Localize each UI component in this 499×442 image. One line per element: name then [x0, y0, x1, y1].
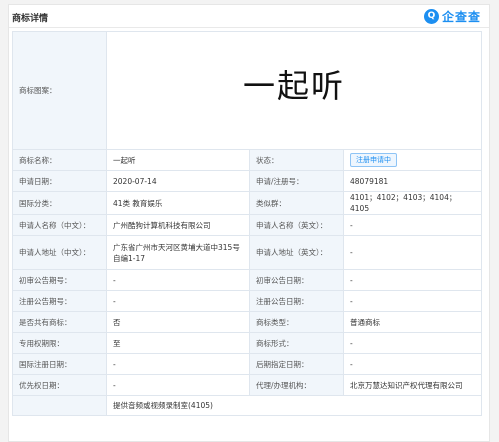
field-value: 48079181 [342, 170, 483, 192]
field-value: - [342, 235, 483, 270]
field-label: 商标形式： [249, 332, 344, 354]
field-label: 注册公告期号： [12, 290, 107, 312]
field-label: 申请/注册号： [249, 170, 344, 192]
image-row: 商标图案： 一起听 [12, 31, 483, 150]
field-value: - [342, 332, 483, 354]
field-value: 2020-07-14 [106, 170, 250, 192]
field-label: 是否共有商标： [12, 311, 107, 333]
field-label: 初审公告期号： [12, 269, 107, 291]
table-row: 初审公告期号： - 初审公告日期： - [12, 269, 483, 291]
field-label: 申请人地址（英文）： [249, 235, 344, 270]
table-row: 申请日期： 2020-07-14 申请/注册号： 48079181 [12, 170, 483, 192]
table-row: 申请人地址（中文）： 广东省广州市天河区黄埔大道中315号自编1-17 申请人地… [12, 235, 483, 270]
table-row: 商标名称： 一起听 状态： 注册申请中 [12, 149, 483, 171]
table-row: 提供音频或视频录制室(4105) [12, 395, 483, 416]
field-label: 类似群： [249, 191, 344, 215]
field-label: 申请人地址（中文）： [12, 235, 107, 270]
brand-name: 企查查 [441, 9, 481, 24]
field-label: 申请人名称（英文）： [249, 214, 344, 236]
field-label: 申请人名称（中文）： [12, 214, 107, 236]
field-value: 至 [106, 332, 250, 354]
table-row: 注册公告期号： - 注册公告日期： - [12, 290, 483, 312]
field-value: 广东省广州市天河区黄埔大道中315号自编1-17 [106, 235, 250, 270]
field-value: - [342, 353, 483, 375]
trademark-detail-panel: 商标详情 Q 企查查 商标图案： 一起听 商标名称： 一起听 状态： 注册申请中… [8, 4, 490, 442]
status-badge: 注册申请中 [350, 153, 397, 167]
field-value: - [342, 290, 483, 312]
field-value: 4101；4102；4103；4104；4105 [342, 191, 483, 215]
table-row: 申请人名称（中文）： 广州酷狗计算机科技有限公司 申请人名称（英文）： - [12, 214, 483, 236]
field-label: 代理/办理机构： [249, 374, 344, 396]
trademark-logo-text: 一起听 [243, 67, 346, 105]
trademark-image: 一起听 [105, 31, 483, 150]
field-label: 申请日期： [12, 170, 107, 192]
field-value: 否 [106, 311, 250, 333]
field-value: - [106, 269, 250, 291]
table-row: 国际分类： 41类 教育娱乐 类似群： 4101；4102；4103；4104；… [12, 191, 483, 215]
field-label: 初审公告日期： [249, 269, 344, 291]
field-label [12, 395, 107, 416]
applicant-link[interactable]: 广州酷狗计算机科技有限公司 [106, 214, 250, 236]
field-label: 商标类型： [249, 311, 344, 333]
field-label: 国际分类： [12, 191, 107, 215]
field-label: 优先权日期： [12, 374, 107, 396]
trademark-image-label: 商标图案： [12, 31, 107, 150]
panel-header: 商标详情 Q 企查查 [9, 5, 489, 28]
field-value: - [342, 269, 483, 291]
field-label: 专用权期限： [12, 332, 107, 354]
field-label: 国际注册日期： [12, 353, 107, 375]
field-label: 状态： [249, 149, 344, 171]
agency-link[interactable]: 北京万慧达知识产权代理有限公司 [342, 374, 483, 396]
page-title: 商标详情 [12, 14, 49, 24]
field-value: - [106, 290, 250, 312]
table-row: 国际注册日期： - 后期指定日期： - [12, 353, 483, 375]
field-label: 后期指定日期： [249, 353, 344, 375]
field-value: - [342, 214, 483, 236]
field-value: 一起听 [106, 149, 250, 171]
field-label: 商标名称： [12, 149, 107, 171]
table-row: 优先权日期： - 代理/办理机构： 北京万慧达知识产权代理有限公司 [12, 374, 483, 396]
qichacha-logo-icon: Q [423, 8, 439, 24]
field-value: 普通商标 [342, 311, 483, 333]
field-value: 41类 教育娱乐 [106, 191, 250, 215]
table-row: 是否共有商标： 否 商标类型： 普通商标 [12, 311, 483, 333]
trademark-info-table: 商标图案： 一起听 商标名称： 一起听 状态： 注册申请中 申请日期： 2020… [12, 31, 483, 416]
field-label: 注册公告日期： [249, 290, 344, 312]
field-value: - [106, 374, 250, 396]
service-item: 提供音频或视频录制室(4105) [105, 395, 483, 416]
table-row: 专用权期限： 至 商标形式： - [12, 332, 483, 354]
brand-logo-link[interactable]: Q 企查查 [423, 8, 481, 24]
status-cell: 注册申请中 [342, 149, 483, 171]
field-value: - [106, 353, 250, 375]
